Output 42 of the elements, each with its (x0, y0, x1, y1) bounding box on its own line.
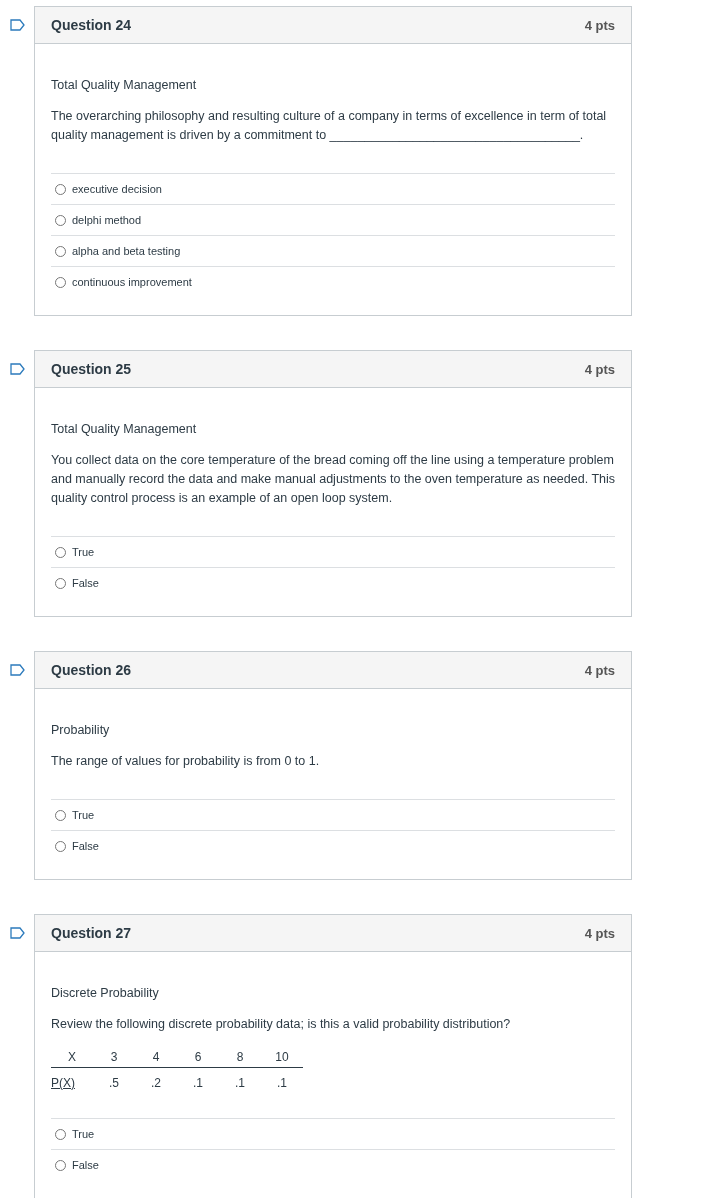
option-label[interactable]: delphi method (72, 214, 142, 226)
table-cell: 3 (93, 1048, 135, 1068)
question-text: You collect data on the core temperature of the bread coming off the line using a temperature problem and manually record the data and make manual adjustments to the oven temperature as needed. This quality control process is an example of an open loop system. (51, 452, 615, 507)
option-label[interactable]: True (72, 809, 95, 821)
option-label[interactable]: False (72, 1159, 99, 1171)
table-cell: P(X) (51, 1067, 93, 1090)
option-label[interactable]: continuous improvement (72, 276, 192, 288)
table-cell: 10 (261, 1048, 303, 1068)
flag-icon[interactable] (10, 19, 25, 31)
question-topic: Discrete Probability (51, 985, 160, 1002)
option-label[interactable]: True (72, 546, 95, 558)
table-cell: 8 (219, 1048, 261, 1068)
table-cell: X (51, 1048, 93, 1068)
table-cell: .1 (261, 1067, 303, 1090)
question-title: Question 25 (51, 361, 132, 377)
question-text: The range of values for probability is from 0 to 1. (51, 753, 321, 770)
flag-icon[interactable] (10, 664, 25, 676)
table-cell: .1 (177, 1067, 219, 1090)
table-cell: .5 (93, 1067, 135, 1090)
points-label: 4 pts (584, 662, 615, 678)
question-text: Review the following discrete probability data; is this a valid probability distribution? (51, 1016, 512, 1033)
points-label: 4 pts (584, 925, 615, 941)
question-text: The overarching philosophy and resulting culture of a company in terms of excellence in term of total quality management is driven by a commitment to ____________________________________. (51, 108, 608, 144)
option-label[interactable]: False (72, 840, 99, 852)
question-topic: Probability (51, 722, 111, 739)
points-label: 4 pts (584, 361, 615, 377)
question-title: Question 27 (51, 925, 132, 941)
flag-icon[interactable] (10, 363, 25, 375)
table-cell: .1 (219, 1067, 261, 1090)
table-cell: 6 (177, 1048, 219, 1068)
question-title: Question 24 (51, 17, 132, 33)
option-label[interactable]: True (72, 1128, 95, 1140)
question-topic: Total Quality Management (51, 421, 198, 438)
question-title: Question 26 (51, 662, 132, 678)
option-label[interactable]: False (72, 577, 99, 589)
option-label[interactable]: executive decision (72, 183, 162, 195)
points-label: 4 pts (584, 17, 615, 33)
table-cell: 4 (135, 1048, 177, 1068)
option-label[interactable]: alpha and beta testing (72, 245, 181, 257)
flag-icon[interactable] (10, 927, 25, 939)
question-topic: Total Quality Management (51, 77, 198, 94)
table-cell: .2 (135, 1067, 177, 1090)
